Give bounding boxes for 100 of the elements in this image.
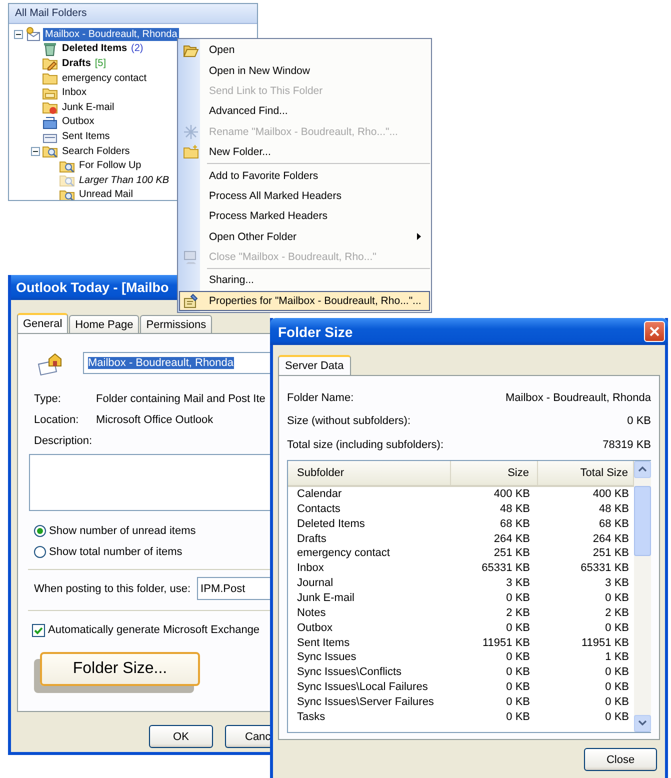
table-cell-text: 11951 KB — [580, 636, 630, 650]
folder-label[interactable]: Inbox — [60, 86, 88, 100]
menu-item[interactable]: Open — [179, 40, 430, 60]
folder-label[interactable]: Unread Mail — [77, 188, 135, 200]
table-cell-text: 65331 KB — [480, 561, 531, 576]
table-cell-text: 68 KB — [598, 516, 630, 532]
envelope-icon — [25, 26, 41, 42]
trash-icon — [42, 40, 58, 57]
table-cell-text: 0 KB — [604, 680, 630, 695]
table-cell-text: 264 KB — [492, 532, 531, 546]
folder-label[interactable]: Mailbox - Boudreault, Rhonda — [43, 28, 180, 41]
table-cell-text: Sync Issues\Conflicts — [296, 665, 403, 680]
table-cell-text: 48 KB — [499, 502, 531, 516]
form-field[interactable]: IPM.Post — [196, 577, 270, 600]
field-label: When posting to this folder, use: — [34, 582, 191, 594]
table-cell-text: Notes — [296, 606, 327, 620]
field-value: 0 KB — [627, 415, 651, 428]
check-icon — [33, 624, 44, 636]
menu-item[interactable]: Process Marked Headers — [179, 206, 430, 227]
tab[interactable]: Server Data — [278, 355, 351, 375]
menu-item[interactable]: Process All Marked Headers — [179, 186, 430, 206]
checkbox[interactable] — [32, 624, 45, 636]
ok-button[interactable]: OK — [149, 725, 213, 748]
table-cell-text: 0 KB — [505, 710, 531, 724]
table-cell-text: Outbox — [296, 620, 334, 636]
table-cell-text: 0 KB — [505, 694, 531, 710]
pane-header: All Mail Folders — [9, 4, 257, 24]
tab[interactable]: General — [17, 313, 68, 333]
table-cell-text: Calendar — [296, 486, 343, 502]
table-cell-text: 0 KB — [604, 590, 630, 606]
name-field[interactable]: Mailbox - Boudreault, Rhonda — [83, 352, 270, 374]
field-value: 78319 KB — [602, 438, 651, 451]
table-cell-text: 251 KB — [492, 546, 531, 561]
table-cell-text: Inbox — [296, 561, 325, 576]
table-cell-text: Sent Items — [296, 636, 351, 650]
table-cell-text: 1 KB — [604, 650, 630, 665]
radio-button[interactable] — [34, 524, 46, 536]
folder-label[interactable]: For Follow Up — [77, 159, 144, 172]
table-cell-text: 68 KB — [499, 516, 531, 532]
table-cell-text: 3 KB — [505, 576, 531, 591]
table-cell-text: 251 KB — [592, 546, 630, 561]
field-value: Mailbox - Boudreault, Rhonda — [505, 392, 651, 404]
description-field[interactable] — [29, 454, 270, 511]
table-cell-text: 0 KB — [604, 694, 630, 710]
table-cell-text: 0 KB — [505, 665, 531, 680]
folder-label[interactable]: Sent Items — [60, 130, 112, 143]
scroll-down-button[interactable] — [634, 714, 651, 732]
menu-item[interactable]: Add to Favorite Folders — [179, 165, 430, 186]
table-cell-text: Sync Issues\Local Failures — [296, 680, 429, 695]
cancel-button[interactable]: Canc — [225, 725, 270, 748]
table-cell-text: 11951 KB — [481, 636, 531, 650]
close-icon[interactable] — [649, 326, 660, 337]
collapse-icon[interactable] — [30, 146, 40, 156]
table-cell-text: emergency contact — [296, 546, 391, 561]
scrollbar-thumb[interactable] — [634, 486, 651, 556]
table-cell-text: 3 KB — [604, 576, 630, 591]
radio-button[interactable] — [34, 546, 46, 558]
table-cell-text: Sync Issues — [296, 650, 358, 665]
chevron-down-icon — [638, 720, 647, 726]
table-cell-text: Contacts — [296, 502, 342, 516]
table-cell-text: Tasks — [296, 710, 326, 724]
close-button[interactable]: Close — [584, 748, 657, 771]
table-cell-text: 400 KB — [492, 486, 531, 502]
collapse-icon[interactable] — [14, 30, 22, 39]
scroll-up-button[interactable] — [634, 460, 651, 478]
window-title: Folder Size — [278, 324, 353, 340]
card-icon — [183, 292, 199, 309]
folder-label[interactable]: Drafts — [60, 56, 93, 70]
table-cell-text: 0 KB — [505, 620, 531, 636]
folder-label[interactable]: Junk E-mail — [60, 100, 116, 114]
folder-label[interactable]: Search Folders — [60, 144, 132, 158]
table-cell-text: 0 KB — [604, 665, 630, 680]
table-cell-text: 400 KB — [592, 486, 630, 502]
column-header[interactable]: Subfolder — [288, 460, 451, 484]
field-label: Size (without subfolders): — [287, 415, 410, 428]
option-label: Show total number of items — [49, 546, 182, 558]
table-cell-text: Deleted Items — [296, 516, 366, 532]
menu-item[interactable]: Advanced Find... — [179, 101, 430, 122]
column-header[interactable]: Size — [451, 460, 538, 484]
menu-item[interactable]: New Folder... — [179, 142, 430, 162]
menu-item[interactable]: Properties for "Mailbox - Boudreault, Rho..."... — [179, 290, 430, 312]
table-cell-text: 264 KB — [592, 532, 630, 546]
chevron-up-icon — [638, 466, 647, 472]
tab[interactable]: Home Page — [69, 315, 140, 333]
tab[interactable]: Permissions — [140, 315, 212, 333]
folder-label[interactable]: emergency contact — [60, 72, 148, 85]
table-cell-text: Sync Issues\Server Failures — [296, 694, 435, 710]
option-label: Show number of unread items — [49, 524, 196, 536]
folder-label[interactable]: Larger Than 100 KB — [77, 174, 172, 187]
menu-item[interactable]: Open in New Window — [179, 60, 430, 81]
monitor-icon — [183, 249, 199, 266]
table-cell-text: 2 KB — [604, 606, 630, 620]
folder-label[interactable]: Deleted Items — [60, 42, 130, 56]
folder-label[interactable]: Outbox — [60, 115, 96, 128]
item-count: (2) — [131, 43, 144, 54]
menu-item[interactable]: Open Other Folder — [179, 226, 430, 247]
table-cell-text: 0 KB — [505, 650, 531, 665]
table-cell-text: 0 KB — [604, 620, 630, 636]
field-value: Folder containing Mail and Post Ite — [96, 392, 266, 404]
item-count: [5] — [94, 58, 106, 69]
